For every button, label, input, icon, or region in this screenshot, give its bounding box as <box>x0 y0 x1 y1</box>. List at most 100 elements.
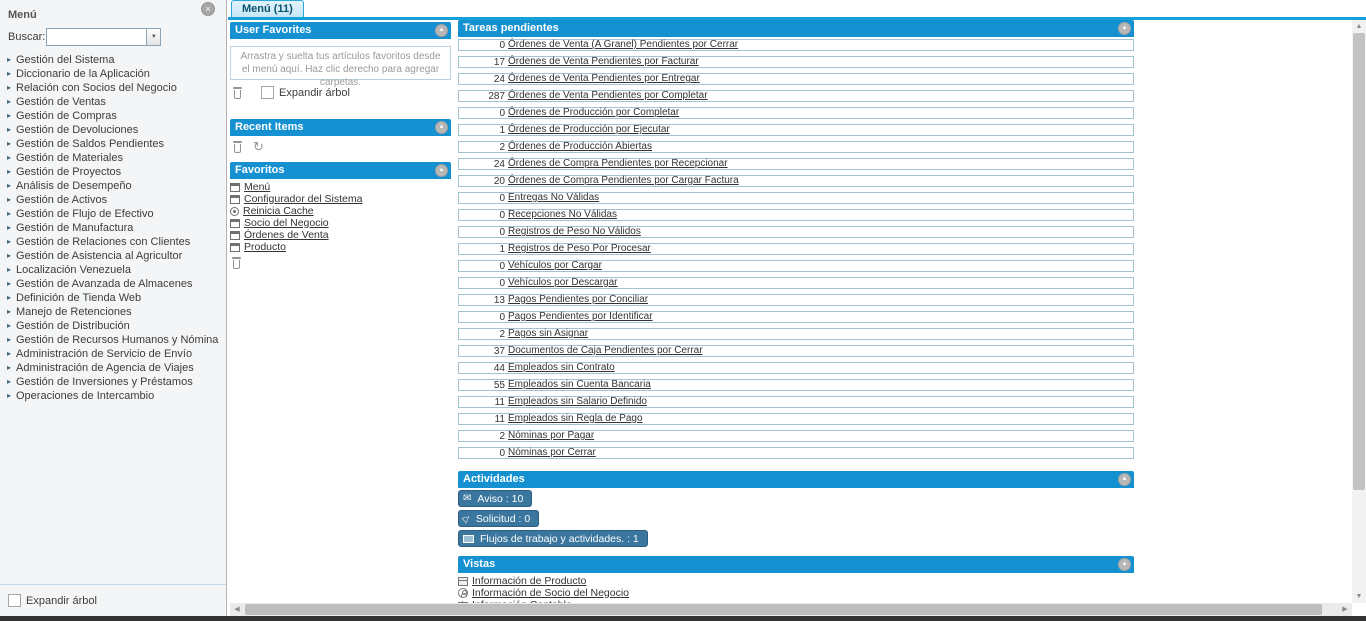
activity-button[interactable]: Aviso : 10 <box>458 490 532 507</box>
task-link[interactable]: Órdenes de Venta Pendientes por Completa… <box>508 91 708 101</box>
scroll-right-icon[interactable] <box>1338 603 1352 616</box>
task-link[interactable]: Órdenes de Venta Pendientes por Entregar <box>508 74 700 84</box>
task-link[interactable]: Registros de Peso No Válidos <box>508 227 641 237</box>
menu-tree-item[interactable]: Análisis de Desempeño <box>0 179 226 193</box>
task-link[interactable]: Órdenes de Producción por Ejecutar <box>508 125 670 135</box>
chevron-right-icon[interactable] <box>7 375 16 389</box>
expand-tree-checkbox[interactable] <box>261 86 274 99</box>
task-link[interactable]: Nóminas por Pagar <box>508 431 594 441</box>
view-link[interactable]: Información de Socio del Negocio <box>472 588 629 599</box>
menu-tree-item[interactable]: Gestión de Ventas <box>0 95 226 109</box>
menu-tree-item[interactable]: Gestión de Avanzada de Almacenes <box>0 277 226 291</box>
view-item[interactable]: Información de Producto <box>458 575 1134 587</box>
chevron-right-icon[interactable] <box>7 165 16 179</box>
task-link[interactable]: Órdenes de Producción Abiertas <box>508 142 652 152</box>
task-link[interactable]: Órdenes de Venta Pendientes por Facturar <box>508 57 699 67</box>
menu-tree-item[interactable]: Gestión de Saldos Pendientes <box>0 137 226 151</box>
menu-tree-item[interactable]: Gestión de Relaciones con Clientes <box>0 235 226 249</box>
activity-button[interactable]: Solicitud : 0 <box>458 510 539 527</box>
favorite-link[interactable]: Menú <box>244 182 270 193</box>
vertical-scroll-thumb[interactable] <box>1353 33 1365 490</box>
task-link[interactable]: Órdenes de Compra Pendientes por Cargar … <box>508 176 739 186</box>
activity-button[interactable]: Flujos de trabajo y actividades. : 1 <box>458 530 648 547</box>
scroll-up-icon[interactable] <box>1352 20 1366 33</box>
close-icon[interactable] <box>201 2 215 16</box>
search-input[interactable] <box>46 28 146 46</box>
collapse-icon[interactable] <box>435 164 448 177</box>
menu-tree-item[interactable]: Gestión de Activos <box>0 193 226 207</box>
chevron-right-icon[interactable] <box>7 263 16 277</box>
task-link[interactable]: Entregas No Válidas <box>508 193 599 203</box>
menu-tree-item[interactable]: Administración de Servicio de Envío <box>0 347 226 361</box>
chevron-right-icon[interactable] <box>7 235 16 249</box>
view-link[interactable]: Información de Producto <box>472 576 586 587</box>
menu-tree-item[interactable]: Gestión de Compras <box>0 109 226 123</box>
favorite-link[interactable]: Configurador del Sistema <box>244 194 362 205</box>
trash-icon[interactable] <box>232 86 243 99</box>
task-link[interactable]: Empleados sin Contrato <box>508 363 615 373</box>
task-link[interactable]: Pagos Pendientes por Identificar <box>508 312 653 322</box>
menu-tree-item[interactable]: Gestión de Materiales <box>0 151 226 165</box>
task-link[interactable]: Empleados sin Regla de Pago <box>508 414 643 424</box>
chevron-right-icon[interactable] <box>7 277 16 291</box>
menu-tree-item[interactable]: Gestión de Proyectos <box>0 165 226 179</box>
favorite-item[interactable]: Socio del Negocio <box>230 217 451 229</box>
task-link[interactable]: Empleados sin Salario Definido <box>508 397 647 407</box>
favorite-item[interactable]: Producto <box>230 241 451 253</box>
favorite-item[interactable]: Órdenes de Venta <box>230 229 451 241</box>
collapse-icon[interactable] <box>435 24 448 37</box>
chevron-right-icon[interactable] <box>7 305 16 319</box>
menu-tree-item[interactable]: Gestión de Inversiones y Préstamos <box>0 375 226 389</box>
chevron-right-icon[interactable] <box>7 221 16 235</box>
trash-icon[interactable] <box>232 140 243 153</box>
menu-tree-item[interactable]: Manejo de Retenciones <box>0 305 226 319</box>
chevron-down-icon[interactable] <box>146 28 161 46</box>
menu-tree-item[interactable]: Localización Venezuela <box>0 263 226 277</box>
task-link[interactable]: Nóminas por Cerrar <box>508 448 596 458</box>
task-link[interactable]: Vehículos por Descargar <box>508 278 618 288</box>
menu-tree-item[interactable]: Operaciones de Intercambio <box>0 389 226 403</box>
chevron-right-icon[interactable] <box>7 249 16 263</box>
favorite-item[interactable]: Menú <box>230 181 451 193</box>
horizontal-scrollbar[interactable] <box>230 603 1352 616</box>
chevron-right-icon[interactable] <box>7 319 16 333</box>
tab-menu[interactable]: Menú (11) <box>231 0 304 17</box>
menu-tree-item[interactable]: Gestión de Manufactura <box>0 221 226 235</box>
view-item[interactable]: Información de Socio del Negocio <box>458 587 1134 599</box>
task-link[interactable]: Vehículos por Cargar <box>508 261 602 271</box>
scroll-left-icon[interactable] <box>230 603 244 616</box>
collapse-icon[interactable] <box>1118 22 1131 35</box>
chevron-right-icon[interactable] <box>7 347 16 361</box>
menu-tree-item[interactable]: Diccionario de la Aplicación <box>0 67 226 81</box>
chevron-right-icon[interactable] <box>7 207 16 221</box>
menu-tree-item[interactable]: Gestión de Asistencia al Agricultor <box>0 249 226 263</box>
chevron-right-icon[interactable] <box>7 179 16 193</box>
chevron-right-icon[interactable] <box>7 333 16 347</box>
chevron-right-icon[interactable] <box>7 389 16 403</box>
trash-icon[interactable] <box>231 256 242 269</box>
chevron-right-icon[interactable] <box>7 151 16 165</box>
favorite-link[interactable]: Producto <box>244 242 286 253</box>
task-link[interactable]: Pagos sin Asignar <box>508 329 588 339</box>
collapse-icon[interactable] <box>1118 558 1131 571</box>
chevron-right-icon[interactable] <box>7 137 16 151</box>
collapse-icon[interactable] <box>1118 473 1131 486</box>
favorite-item[interactable]: Reinicia Cache <box>230 205 451 217</box>
task-link[interactable]: Documentos de Caja Pendientes por Cerrar <box>508 346 703 356</box>
menu-tree-item[interactable]: Relación con Socios del Negocio <box>0 81 226 95</box>
menu-tree-item[interactable]: Gestión de Devoluciones <box>0 123 226 137</box>
favorite-link[interactable]: Reinicia Cache <box>243 206 314 217</box>
menu-tree-item[interactable]: Administración de Agencia de Viajes <box>0 361 226 375</box>
chevron-right-icon[interactable] <box>7 123 16 137</box>
vertical-scrollbar[interactable] <box>1352 20 1366 603</box>
horizontal-scroll-thumb[interactable] <box>245 604 1322 615</box>
scroll-down-icon[interactable] <box>1352 590 1366 603</box>
chevron-right-icon[interactable] <box>7 81 16 95</box>
favorite-link[interactable]: Órdenes de Venta <box>244 230 329 241</box>
chevron-right-icon[interactable] <box>7 109 16 123</box>
chevron-right-icon[interactable] <box>7 291 16 305</box>
refresh-icon[interactable] <box>253 140 264 153</box>
menu-tree-item[interactable]: Definición de Tienda Web <box>0 291 226 305</box>
chevron-right-icon[interactable] <box>7 53 16 67</box>
chevron-right-icon[interactable] <box>7 95 16 109</box>
